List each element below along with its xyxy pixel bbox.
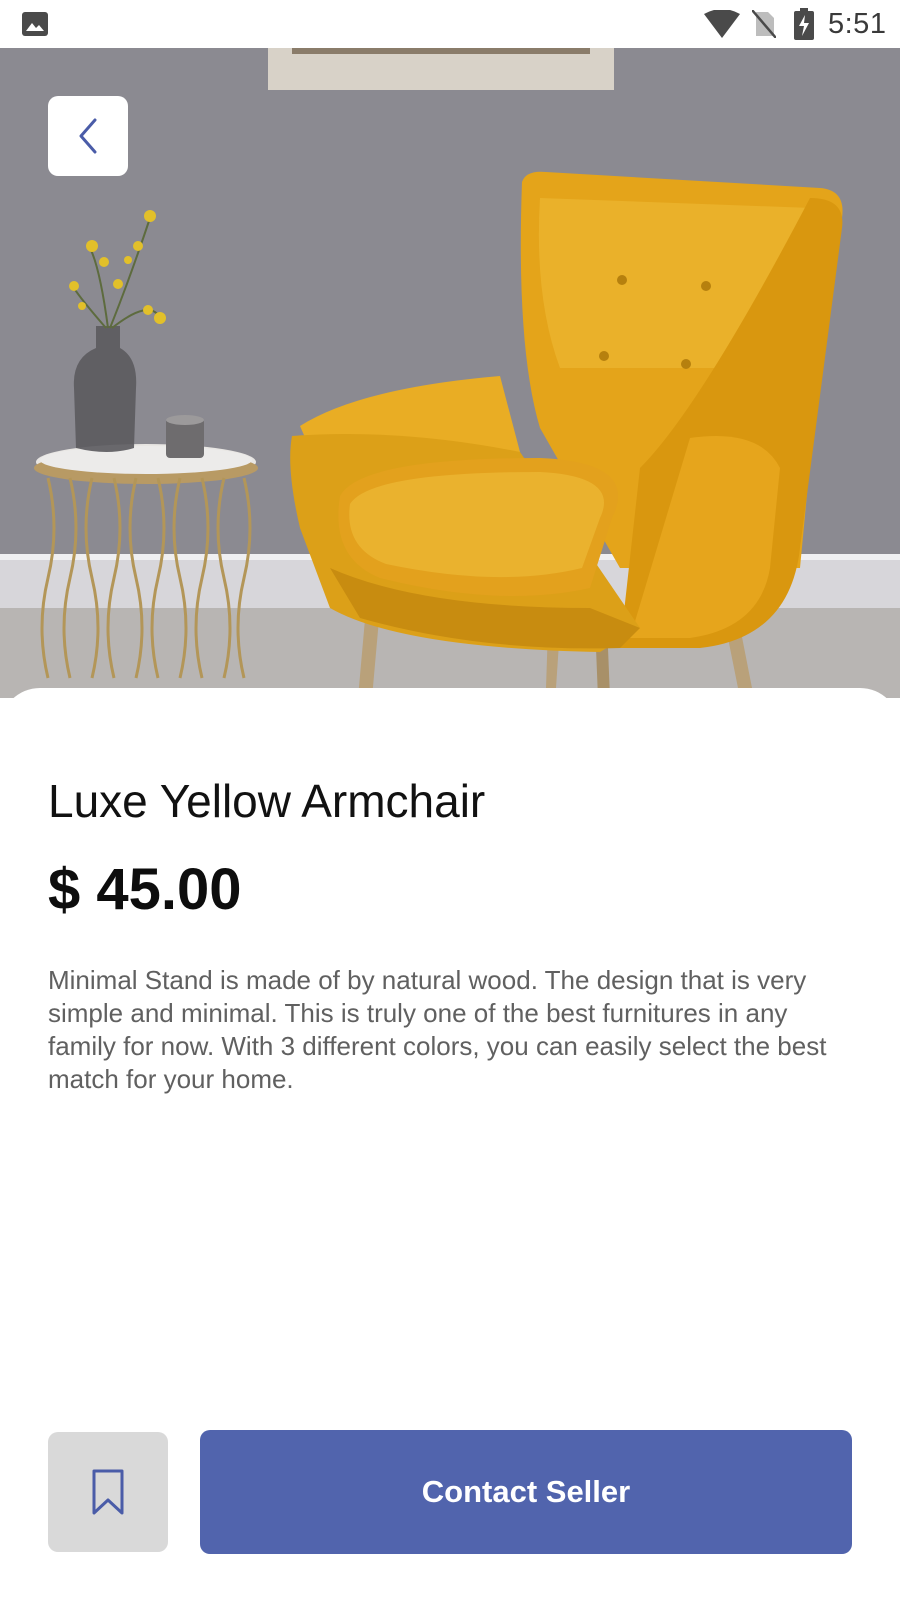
- product-details-panel: Luxe Yellow Armchair $ 45.00 Minimal Sta…: [0, 688, 900, 1600]
- no-sim-icon: [752, 10, 776, 38]
- product-price: $ 45.00: [48, 857, 242, 922]
- wifi-icon: [704, 10, 740, 38]
- contact-seller-label: Contact Seller: [421, 1474, 631, 1509]
- product-description: Minimal Stand is made of by natural wood…: [48, 965, 827, 1094]
- yellow-armchair-illustration: [0, 48, 900, 698]
- product-detail-screen: 5:51 Luxe Yellow Armchair $ 45.00 Minima…: [0, 0, 900, 1600]
- contact-seller-button[interactable]: Contact Seller: [200, 1430, 852, 1554]
- product-title: Luxe Yellow Armchair: [48, 775, 486, 827]
- status-time: 5:51: [828, 8, 887, 40]
- chevron-left-icon: [79, 118, 97, 154]
- gallery-icon: [22, 12, 48, 36]
- battery-charging-icon: [794, 8, 814, 40]
- bookmark-icon: [92, 1469, 124, 1515]
- bookmark-button[interactable]: [48, 1432, 168, 1552]
- product-hero-image: [0, 48, 900, 698]
- back-button[interactable]: [48, 96, 128, 176]
- status-bar: 5:51: [0, 0, 900, 48]
